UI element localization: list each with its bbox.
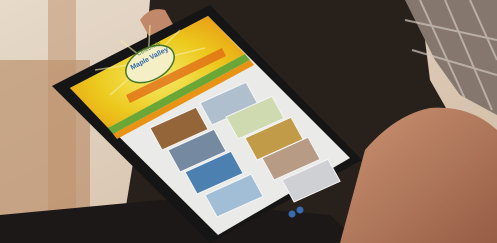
photo-canvas: Celebrate Maple Valley [0,0,497,243]
photo-scene: Celebrate Maple Valley [0,0,497,243]
